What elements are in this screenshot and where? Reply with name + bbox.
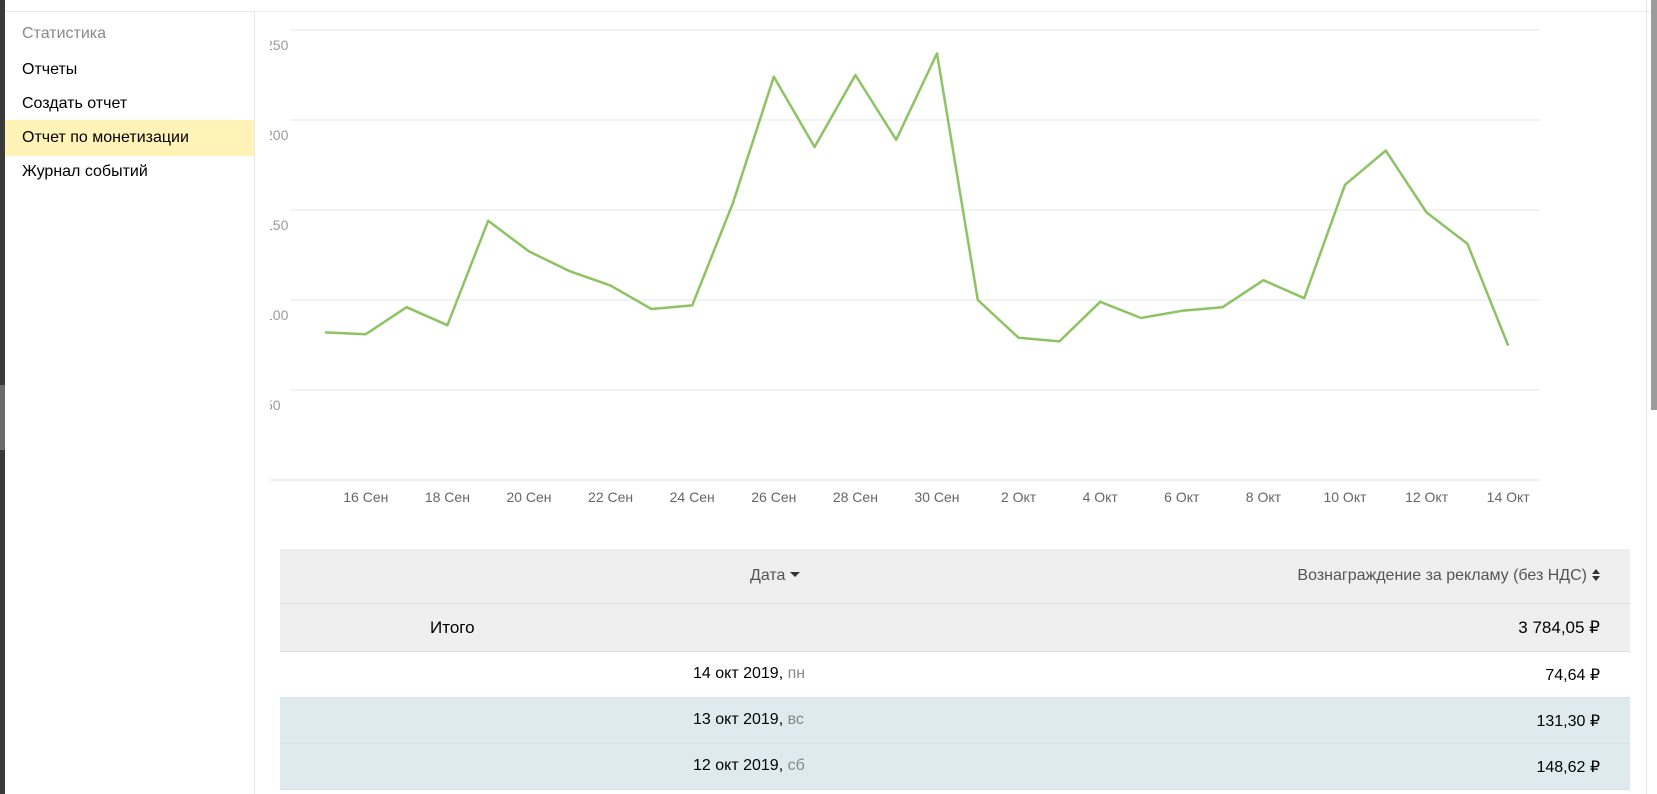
revenue-chart: 250 200 150 100 50 16 Сен 18 Сен 20 Сен 22 Сен 2… xyxy=(265,20,1630,540)
column-header-date[interactable]: Дата xyxy=(750,567,801,585)
sidebar-item-monetization-report[interactable]: Отчет по монетизации xyxy=(5,120,254,156)
top-divider xyxy=(255,11,1657,12)
y-tick-label: 150 xyxy=(270,217,289,233)
x-tick-label: 26 Сен xyxy=(751,489,796,505)
date-cell: 13 окт 2019, вс xyxy=(693,711,804,729)
chart-grid xyxy=(265,29,1540,481)
weekday-text: вс xyxy=(787,711,804,728)
table-row[interactable]: 12 окт 2019, сб 148,62 ₽ xyxy=(280,744,1630,790)
sidebar-heading: Статистика xyxy=(22,25,107,42)
table-row[interactable]: 13 окт 2019, вс 131,30 ₽ xyxy=(280,698,1630,744)
date-separator: , xyxy=(778,665,788,682)
page-scrollbar[interactable] xyxy=(1637,0,1657,794)
sort-desc-icon xyxy=(790,572,801,577)
sidebar: Статистика Отчеты Создать отчет Отчет по… xyxy=(5,11,255,794)
total-label: Итого xyxy=(430,618,475,637)
scrollbar-track xyxy=(1646,0,1647,794)
x-tick-label: 14 Окт xyxy=(1487,489,1531,505)
y-axis-ticks: 250 200 150 100 50 xyxy=(265,37,289,413)
reward-cell: 74,64 ₽ xyxy=(1545,667,1600,684)
weekday-text: сб xyxy=(787,757,805,774)
sidebar-item-reports[interactable]: Отчеты xyxy=(5,52,254,88)
date-cell: 12 окт 2019, сб xyxy=(693,757,805,775)
weekday-text: пн xyxy=(787,665,806,682)
y-tick-label: 200 xyxy=(270,127,289,143)
sidebar-item-create-report[interactable]: Создать отчет xyxy=(5,86,254,122)
reward-cell: 148,62 ₽ xyxy=(1536,759,1600,776)
x-tick-label: 2 Окт xyxy=(1001,489,1037,505)
column-header-reward-label: Вознаграждение за рекламу (без НДС) xyxy=(1297,567,1587,584)
column-header-reward[interactable]: Вознаграждение за рекламу (без НДС) xyxy=(1297,567,1600,585)
x-tick-label: 12 Окт xyxy=(1405,489,1449,505)
series-line-layer xyxy=(324,52,1510,347)
chart-svg: 250 200 150 100 50 16 Сен 18 Сен 20 Сен 22 Сен 2… xyxy=(265,29,1540,505)
date-cell: 14 окт 2019, пн xyxy=(693,665,805,683)
table-header: Дата Вознаграждение за рекламу (без НДС) xyxy=(280,549,1630,604)
sidebar-item-event-log[interactable]: Журнал событий xyxy=(5,154,254,190)
total-value: 3 784,05 ₽ xyxy=(1518,618,1600,637)
x-axis-ticks: 16 Сен 18 Сен 20 Сен 22 Сен 24 Сен 26 Сен 28 С… xyxy=(343,489,1530,505)
x-tick-label: 10 Окт xyxy=(1323,489,1367,505)
series-line xyxy=(324,52,1510,347)
sort-both-icon xyxy=(1592,569,1600,581)
date-text: 13 окт 2019 xyxy=(693,711,779,728)
x-tick-label: 24 Сен xyxy=(670,489,715,505)
date-text: 12 окт 2019 xyxy=(693,757,779,774)
x-tick-label: 6 Окт xyxy=(1164,489,1200,505)
app-window: Статистика Отчеты Создать отчет Отчет по… xyxy=(0,0,1657,794)
x-tick-label: 4 Окт xyxy=(1083,489,1119,505)
x-tick-label: 18 Сен xyxy=(425,489,470,505)
y-tick-label: 100 xyxy=(270,307,289,323)
total-row: Итого 3 784,05 ₽ xyxy=(280,604,1630,652)
x-tick-label: 20 Сен xyxy=(506,489,551,505)
date-separator: , xyxy=(778,757,788,774)
reward-cell: 131,30 ₽ xyxy=(1536,713,1600,730)
y-tick-label: 250 xyxy=(270,37,289,53)
monetization-table: Дата Вознаграждение за рекламу (без НДС)… xyxy=(280,549,1630,790)
y-tick-label: 50 xyxy=(270,397,281,413)
date-separator: , xyxy=(778,711,788,728)
x-tick-label: 22 Сен xyxy=(588,489,633,505)
x-tick-label: 30 Сен xyxy=(914,489,959,505)
x-tick-label: 8 Окт xyxy=(1246,489,1282,505)
scrollbar-thumb[interactable] xyxy=(1651,0,1657,410)
date-text: 14 окт 2019 xyxy=(693,665,779,682)
x-tick-label: 16 Сен xyxy=(343,489,388,505)
column-header-date-label: Дата xyxy=(750,567,786,584)
table-row[interactable]: 14 окт 2019, пн 74,64 ₽ xyxy=(280,652,1630,698)
x-tick-label: 28 Сен xyxy=(833,489,878,505)
